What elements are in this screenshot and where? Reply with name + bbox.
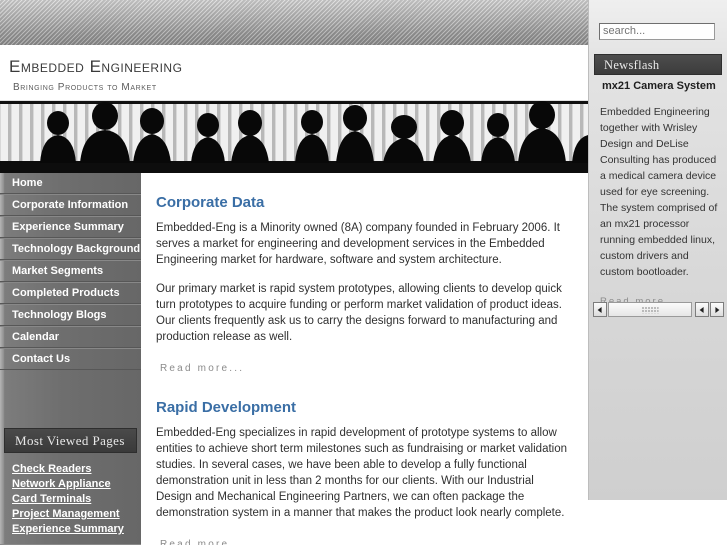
scroll-left-button[interactable]	[593, 302, 607, 317]
search-input[interactable]	[599, 22, 715, 40]
nav-item-completed-products[interactable]: Completed Products	[0, 282, 141, 304]
newsflash-text: Embedded Engineering together with Wrisl…	[600, 106, 718, 278]
most-viewed-pages-module: Most Viewed Pages Check Readers Network …	[0, 428, 141, 545]
article-paragraph: Embedded-Eng specializes in rapid develo…	[156, 427, 568, 519]
article-corporate-data: Corporate Data Embedded-Eng is a Minorit…	[143, 173, 586, 378]
newsflash-title: Newsflash	[594, 54, 722, 75]
site-header: Embedded Engineering Bringing Products t…	[0, 45, 588, 101]
scrollbar-thumb[interactable]	[608, 302, 692, 317]
left-sidebar: Home Corporate Information Experience Su…	[0, 173, 141, 545]
main-content: Corporate Data Embedded-Eng is a Minorit…	[143, 173, 586, 545]
silhouette-banner-graphic	[0, 101, 588, 173]
nav-item-experience-summary[interactable]: Experience Summary	[0, 216, 141, 238]
page-root: Embedded Engineering Bringing Products t…	[0, 0, 727, 545]
search-box	[599, 21, 715, 40]
article-paragraph: Our primary market is rapid system proto…	[156, 283, 562, 343]
article-title-rapid-development[interactable]: Rapid Development	[156, 378, 568, 425]
scroll-right-button[interactable]	[710, 302, 724, 317]
nav-item-technology-blogs[interactable]: Technology Blogs	[0, 304, 141, 326]
arrow-left-icon	[699, 306, 704, 313]
horizontal-scrollbar[interactable]	[593, 302, 724, 317]
read-more-link-corporate-data[interactable]: Read more...	[160, 363, 244, 374]
article-title-corporate-data[interactable]: Corporate Data	[156, 173, 568, 220]
site-title: Embedded Engineering	[9, 57, 183, 76]
nav-item-home[interactable]: Home	[0, 173, 141, 194]
arrow-left-icon	[597, 306, 602, 313]
nav-item-market-segments[interactable]: Market Segments	[0, 260, 141, 282]
site-tagline: Bringing Products to Market	[13, 82, 157, 93]
main-navigation: Home Corporate Information Experience Su…	[0, 173, 141, 370]
nav-item-corporate-information[interactable]: Corporate Information	[0, 194, 141, 216]
nav-item-calendar[interactable]: Calendar	[0, 326, 141, 348]
most-viewed-link-experience-summary[interactable]: Experience Summary	[12, 522, 141, 537]
most-viewed-link-check-readers[interactable]: Check Readers	[12, 462, 141, 477]
scrollbar-grip-icon	[641, 306, 659, 313]
newsflash-body: mx21 Camera System Embedded Engineering …	[600, 80, 718, 309]
nav-item-technology-background[interactable]: Technology Background	[0, 238, 141, 260]
most-viewed-link-project-management[interactable]: Project Management	[12, 507, 141, 522]
scroll-step-left-button[interactable]	[695, 302, 709, 317]
right-sidebar: Newsflash mx21 Camera System Embedded En…	[588, 0, 727, 500]
most-viewed-pages-title: Most Viewed Pages	[4, 428, 137, 453]
article-paragraph: Embedded-Eng is a Minority owned (8A) co…	[156, 222, 560, 266]
nav-item-contact-us[interactable]: Contact Us	[0, 348, 141, 370]
newsflash-headline: mx21 Camera System	[602, 80, 716, 92]
article-rapid-development: Rapid Development Embedded-Eng specializ…	[143, 378, 586, 545]
most-viewed-link-card-terminals[interactable]: Card Terminals	[12, 492, 141, 507]
banner-image	[0, 101, 588, 173]
most-viewed-link-network-appliance[interactable]: Network Appliance	[12, 477, 141, 492]
most-viewed-pages-list: Check Readers Network Appliance Card Ter…	[0, 453, 141, 545]
arrow-right-icon	[715, 306, 720, 313]
